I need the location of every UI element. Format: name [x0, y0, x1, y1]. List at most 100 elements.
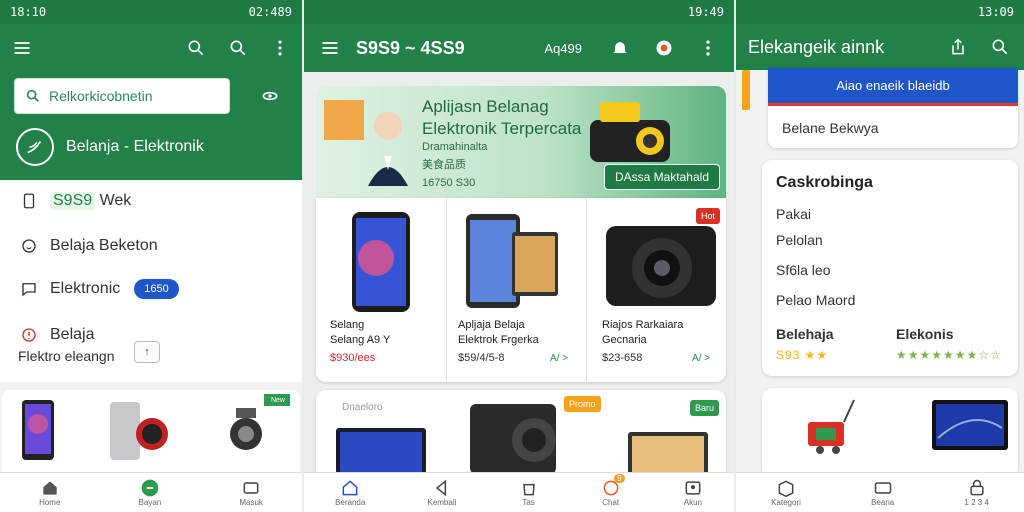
- nav-label: Beranda: [335, 498, 366, 507]
- product-more-link[interactable]: A/ >: [692, 353, 710, 364]
- chat-count-badge: 9: [614, 474, 625, 483]
- menu-item-beketon[interactable]: Belaja Beketon: [20, 237, 158, 255]
- wallet-icon: [243, 482, 259, 494]
- banner-title: Aplijasn Belanag Elektronik Terpercata: [422, 97, 582, 138]
- status-time: 19:49: [687, 5, 724, 19]
- search-icon[interactable]: [988, 35, 1012, 59]
- new-badge: New: [270, 397, 285, 404]
- product-name: Selang Selang A9 Y: [330, 319, 391, 346]
- menu-item-belaja[interactable]: Belaja: [20, 326, 94, 344]
- banner-cta-button[interactable]: DAssa Maktahald: [603, 164, 720, 190]
- more-vert-icon[interactable]: [268, 36, 292, 60]
- product-preview-card[interactable]: [762, 388, 1018, 478]
- nav-label: Chat: [602, 498, 620, 507]
- product-images: [22, 394, 290, 460]
- home-icon: [43, 481, 57, 495]
- product-grid-row2: Dnaeloro Promo Baru: [316, 390, 726, 474]
- search-icon-secondary[interactable]: [226, 36, 250, 60]
- scroll-up-button[interactable]: ↑: [134, 341, 160, 363]
- status-bar: 19:49: [304, 0, 734, 24]
- category-item[interactable]: Pakai: [776, 206, 811, 222]
- nav-bag[interactable]: Tas: [519, 478, 539, 507]
- category-item[interactable]: Pelolan: [776, 232, 823, 248]
- more-vert-icon[interactable]: [696, 36, 720, 60]
- nav-home[interactable]: Home: [39, 478, 60, 507]
- promo-banner[interactable]: Aplijasn Belanag Elektronik Terpercata D…: [316, 86, 726, 198]
- top-banner[interactable]: Aiao enaeik blaeidb: [768, 68, 1018, 106]
- notification-icon[interactable]: [608, 36, 632, 60]
- banner-sub-1: Dramahinalta: [422, 141, 488, 153]
- rating-right-label: Elekonis: [896, 326, 954, 342]
- product-images: [336, 404, 708, 474]
- brand-logo-icon: [16, 128, 54, 166]
- bottom-nav: Beranda Kembali Tas 9 Chat Akun: [304, 472, 734, 512]
- product-more-link[interactable]: A/ >: [550, 353, 568, 364]
- profile-icon: [685, 481, 701, 495]
- alert-icon: [22, 328, 36, 342]
- share-icon[interactable]: [946, 35, 970, 59]
- nav-profile[interactable]: Akun: [683, 478, 703, 507]
- product-price: $59/4/5-8: [458, 352, 505, 364]
- home-icon: [342, 480, 358, 496]
- phone-icon: [23, 193, 35, 209]
- count-badge: 1650: [134, 279, 179, 299]
- status-time: 13:09: [977, 5, 1014, 19]
- nav-home[interactable]: Beranda: [335, 478, 365, 507]
- smile-icon: [22, 239, 36, 253]
- bottom-nav: Home Bayan Masuk: [0, 472, 302, 512]
- product-price: $23-658: [602, 352, 643, 364]
- nav-label: 1 2 3 4: [964, 498, 989, 507]
- app-action-label[interactable]: Aq499: [544, 41, 582, 56]
- menu-label: Belaja: [50, 326, 95, 343]
- search-input[interactable]: [49, 88, 209, 104]
- nav-card[interactable]: Beana: [871, 478, 894, 507]
- nav-label: Kategori: [771, 498, 801, 507]
- promo-badge: Promo: [564, 396, 601, 412]
- nav-categories[interactable]: Kategori: [771, 478, 801, 507]
- nav-label: Home: [39, 498, 61, 507]
- nav-lock[interactable]: 1 2 3 4: [964, 478, 989, 507]
- menu-label: Wek: [99, 192, 132, 209]
- status-bar: 18:10 02:489: [0, 0, 302, 24]
- categories-title: Caskrobinga: [776, 174, 873, 191]
- app-title: Elekangeik ainnk: [748, 36, 885, 57]
- sale-badge: Baru: [690, 400, 720, 416]
- nav-back[interactable]: Kembali: [427, 478, 456, 507]
- menu-icon[interactable]: [318, 36, 342, 60]
- menu-label: Elektronic: [50, 280, 121, 297]
- menu-item-wek[interactable]: S9S9 Wek: [20, 192, 131, 210]
- brand-row: Belanja - Elektronik: [16, 128, 204, 166]
- banner-sub-3: 16750 S30: [422, 177, 476, 189]
- back-icon: [435, 479, 447, 497]
- product-strip: New: [2, 390, 300, 474]
- search-icon[interactable]: [184, 36, 208, 60]
- nav-chat[interactable]: 9 Chat: [601, 474, 625, 507]
- nav-label: Beana: [871, 498, 895, 507]
- search-field[interactable]: [14, 78, 230, 114]
- bottom-nav: Kategori Beana 1 2 3 4: [736, 472, 1024, 512]
- app-bar: S9S9 ~ 4SS9 Aq499: [304, 24, 734, 72]
- app-bar: Elekangeik ainnk: [736, 24, 1024, 70]
- chat-icon: [22, 283, 36, 297]
- banner-art: [324, 100, 408, 186]
- menu-item-elektronic[interactable]: Elektronic 1650: [20, 279, 179, 299]
- screen-home: 19:49 S9S9 ~ 4SS9 Aq499 Aplijasn Belanag…: [304, 0, 734, 512]
- box-icon: [778, 480, 794, 498]
- menu-icon[interactable]: [10, 36, 34, 60]
- category-item[interactable]: Pelao Maord: [776, 292, 855, 308]
- toggle-visibility-icon[interactable]: [258, 84, 282, 108]
- menu-tag: S9S9: [50, 192, 96, 210]
- product-images: [808, 399, 1008, 454]
- status-time-right: 02:489: [248, 5, 292, 19]
- projector-image: [590, 102, 670, 162]
- bag-icon: [522, 483, 535, 496]
- product-grid: Hot Selang Selang A9 Y $930/ees Apljaja …: [316, 198, 726, 382]
- app-bar: [0, 24, 302, 72]
- top-card[interactable]: Aiao enaeik blaeidb Belane Bekwya: [768, 68, 1018, 148]
- banner-sub-2: 美食品质: [422, 159, 466, 171]
- category-item[interactable]: Sf6la leo: [776, 262, 830, 278]
- nav-wallet[interactable]: Masuk: [239, 478, 263, 507]
- chat-bubble-icon[interactable]: [652, 36, 676, 60]
- center-logo-icon: [141, 479, 159, 497]
- nav-center[interactable]: Bayan: [139, 478, 161, 507]
